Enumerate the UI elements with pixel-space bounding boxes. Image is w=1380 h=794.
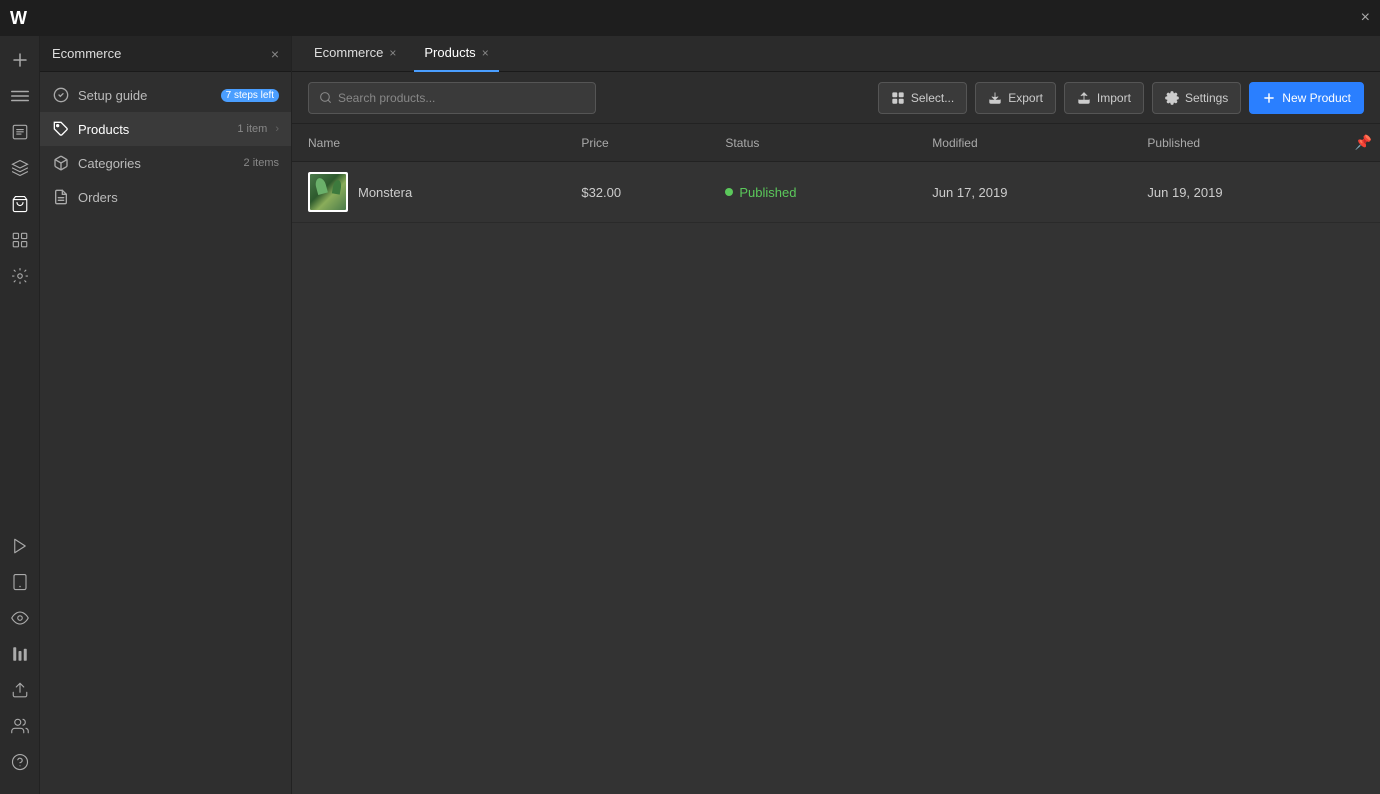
product-name: Monstera (358, 185, 412, 200)
toolbar: Select... Export Import Settings (292, 72, 1380, 124)
window-close-button[interactable]: × (1361, 10, 1370, 26)
products-table-container: Name Price Status Modified Published 📌 (292, 124, 1380, 794)
settings-label: Settings (1185, 91, 1228, 105)
product-name-cell: Monstera (292, 162, 565, 223)
products-table: Name Price Status Modified Published 📌 (292, 124, 1380, 223)
table-row[interactable]: Monstera $32.00 Published Jun 17, 2019 J… (292, 162, 1380, 223)
col-published: Published (1131, 124, 1346, 162)
tab-ecommerce[interactable]: Ecommerce × (304, 36, 406, 72)
layers-icon[interactable] (4, 152, 36, 184)
sidebar-item-setup-guide[interactable]: Setup guide 7 steps left (40, 78, 291, 112)
pin-icon: 📌 (1355, 134, 1372, 150)
receipt-icon (52, 188, 70, 206)
tab-products-close[interactable]: × (482, 47, 489, 59)
col-status: Status (709, 124, 916, 162)
steps-badge: 7 steps left (221, 89, 279, 102)
select-button[interactable]: Select... (878, 82, 967, 114)
sidebar-item-orders[interactable]: Orders (40, 180, 291, 214)
icon-rail (0, 36, 40, 794)
eye-icon[interactable] (4, 602, 36, 634)
search-icon (319, 91, 332, 104)
col-modified: Modified (916, 124, 1131, 162)
menu-icon[interactable] (4, 80, 36, 112)
preview-icon[interactable] (4, 530, 36, 562)
help-icon[interactable] (4, 746, 36, 778)
icon-rail-top (4, 44, 36, 530)
product-pin-cell (1347, 162, 1380, 223)
new-product-button[interactable]: New Product (1249, 82, 1364, 114)
sidebar-title: Ecommerce (52, 46, 121, 61)
orders-nav-label: Orders (78, 190, 279, 205)
shop-icon[interactable] (4, 188, 36, 220)
product-thumbnail (308, 172, 348, 212)
apps-icon[interactable] (4, 224, 36, 256)
new-product-label: New Product (1282, 91, 1351, 105)
status-dot (725, 188, 733, 196)
users-icon[interactable] (4, 710, 36, 742)
sidebar: Ecommerce × Setup guide 7 steps left Pro… (40, 36, 292, 794)
status-label: Published (739, 185, 796, 200)
table-header-row: Name Price Status Modified Published 📌 (292, 124, 1380, 162)
settings-icon (1165, 91, 1179, 105)
sidebar-item-products[interactable]: Products 1 item › (40, 112, 291, 146)
title-bar: W × (0, 0, 1380, 36)
add-icon[interactable] (4, 44, 36, 76)
products-arrow-icon: › (275, 123, 279, 135)
content-area: Ecommerce × Products × Select... (292, 36, 1380, 794)
publish-rail-icon[interactable] (4, 674, 36, 706)
select-label: Select... (911, 91, 954, 105)
sidebar-item-categories[interactable]: Categories 2 items (40, 146, 291, 180)
product-published: Jun 19, 2019 (1131, 162, 1346, 223)
select-icon (891, 91, 905, 105)
col-pin: 📌 (1347, 124, 1380, 162)
export-button[interactable]: Export (975, 82, 1056, 114)
product-status: Published (709, 162, 916, 223)
tab-products[interactable]: Products × (414, 36, 498, 72)
tab-bar: Ecommerce × Products × (292, 36, 1380, 72)
setup-guide-label: Setup guide (78, 88, 209, 103)
app-logo: W (10, 8, 27, 29)
products-nav-label: Products (78, 122, 229, 137)
device-icon[interactable] (4, 566, 36, 598)
sidebar-nav: Setup guide 7 steps left Products 1 item… (40, 72, 291, 794)
settings-button[interactable]: Settings (1152, 82, 1241, 114)
import-button[interactable]: Import (1064, 82, 1144, 114)
data-icon[interactable] (4, 638, 36, 670)
product-modified: Jun 17, 2019 (916, 162, 1131, 223)
search-box[interactable] (308, 82, 596, 114)
search-input[interactable] (338, 91, 585, 105)
new-product-plus-icon (1262, 91, 1276, 105)
check-circle-icon (52, 86, 70, 104)
col-price: Price (565, 124, 709, 162)
import-label: Import (1097, 91, 1131, 105)
product-price: $32.00 (565, 162, 709, 223)
import-icon (1077, 91, 1091, 105)
col-name: Name (292, 124, 565, 162)
pages-icon[interactable] (4, 116, 36, 148)
icon-rail-bottom (4, 530, 36, 786)
sidebar-header: Ecommerce × (40, 36, 291, 72)
export-label: Export (1008, 91, 1043, 105)
categories-nav-label: Categories (78, 156, 236, 171)
tab-ecommerce-close[interactable]: × (389, 47, 396, 59)
box-icon (52, 154, 70, 172)
tab-ecommerce-label: Ecommerce (314, 45, 383, 60)
tab-products-label: Products (424, 45, 475, 60)
tag-icon (52, 120, 70, 138)
sidebar-close-button[interactable]: × (271, 46, 279, 62)
products-count: 1 item (237, 123, 267, 135)
main-layout: Ecommerce × Setup guide 7 steps left Pro… (0, 36, 1380, 794)
settings-rail-icon[interactable] (4, 260, 36, 292)
categories-count: 2 items (244, 157, 279, 169)
export-icon (988, 91, 1002, 105)
